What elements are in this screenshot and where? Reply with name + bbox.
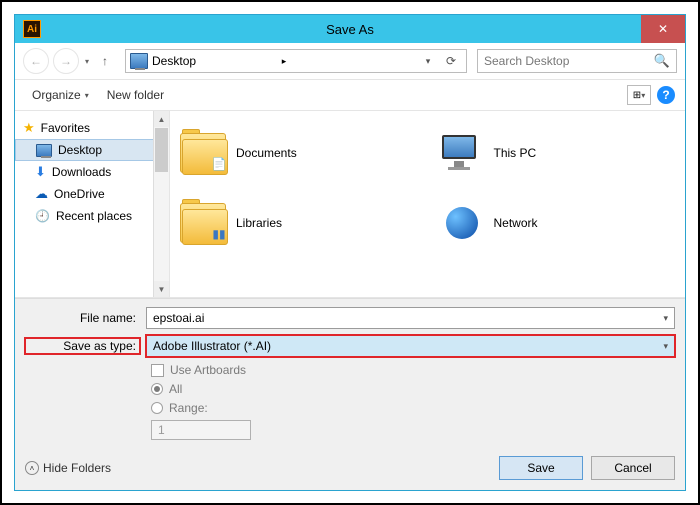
artboards-all-radio: All xyxy=(151,382,675,396)
chevron-down-icon: ▾ xyxy=(85,91,89,100)
hide-folders-label: Hide Folders xyxy=(43,461,111,475)
app-icon: Ai xyxy=(23,20,41,38)
computer-icon xyxy=(438,133,484,173)
star-icon: ★ xyxy=(23,120,35,136)
grid-item-libraries[interactable]: ▮▮ Libraries xyxy=(180,193,418,253)
filename-input[interactable]: epstoai.ai ▾ xyxy=(146,307,675,329)
save-label: Save xyxy=(527,461,554,475)
view-options-button[interactable]: ⊞ ▾ xyxy=(627,85,651,105)
cancel-label: Cancel xyxy=(614,461,651,475)
folder-icon: ▮▮ xyxy=(180,203,226,243)
save-button[interactable]: Save xyxy=(499,456,583,480)
artboard-options: Use Artboards All Range: 1 xyxy=(151,363,675,440)
sidebar-scrollbar[interactable]: ▲ ▼ xyxy=(153,111,169,297)
sidebar: ★ Favorites Desktop ⬇ Downloads ☁ OneDri… xyxy=(15,111,170,297)
path-separator-icon: ▸ xyxy=(282,56,287,67)
desktop-icon xyxy=(36,144,52,157)
radio-icon xyxy=(151,383,163,395)
help-icon: ? xyxy=(662,88,669,102)
cloud-icon: ☁ xyxy=(35,186,48,202)
bottom-panel: File name: epstoai.ai ▾ Save as type: Ad… xyxy=(15,298,685,448)
arrow-up-icon: ↑ xyxy=(102,54,108,68)
new-folder-label: New folder xyxy=(107,88,164,102)
search-icon: 🔍 xyxy=(654,53,670,69)
arrow-left-icon: ← xyxy=(30,54,42,68)
new-folder-button[interactable]: New folder xyxy=(100,84,171,106)
grid-item-label: Libraries xyxy=(236,216,282,230)
sidebar-heading-favorites[interactable]: ★ Favorites xyxy=(15,117,169,139)
sidebar-item-label: Desktop xyxy=(58,143,102,157)
sidebar-item-label: Recent places xyxy=(56,209,132,223)
sidebar-item-recent[interactable]: 🕘 Recent places xyxy=(15,205,169,227)
search-input[interactable]: Search Desktop 🔍 xyxy=(477,49,677,73)
scrollbar-thumb[interactable] xyxy=(155,128,168,172)
use-artboards-label: Use Artboards xyxy=(170,363,246,377)
range-input: 1 xyxy=(151,420,251,440)
footer: ˄ Hide Folders Save Cancel xyxy=(15,448,685,490)
artboards-range-label: Range: xyxy=(169,401,208,415)
up-button[interactable]: ↑ xyxy=(95,51,115,71)
chevron-down-icon[interactable]: ▾ xyxy=(663,313,668,324)
address-dropdown-icon[interactable]: ▾ xyxy=(420,56,436,67)
forward-button[interactable]: → xyxy=(53,48,79,74)
close-icon: ✕ xyxy=(658,22,668,36)
grid-item-label: Documents xyxy=(236,146,297,160)
cancel-button[interactable]: Cancel xyxy=(591,456,675,480)
sidebar-item-onedrive[interactable]: ☁ OneDrive xyxy=(15,183,169,205)
grid-item-label: Network xyxy=(494,216,538,230)
chevron-down-icon: ▾ xyxy=(641,91,645,100)
refresh-icon: ⟳ xyxy=(446,54,456,68)
address-bar[interactable]: Desktop ▸ ▾ ⟳ xyxy=(125,49,467,73)
save-as-dialog: Ai Save As ✕ ← → ▾ ↑ Desktop ▸ ▾ ⟳ Searc… xyxy=(14,14,686,491)
toolbar: Organize ▾ New folder ⊞ ▾ ? xyxy=(15,79,685,111)
address-path: Desktop xyxy=(152,54,278,68)
clock-icon: 🕘 xyxy=(35,209,50,223)
sidebar-heading-label: Favorites xyxy=(41,121,90,135)
grid-item-label: This PC xyxy=(494,146,537,160)
grid-item-documents[interactable]: 📄 Documents xyxy=(180,123,418,183)
file-grid: 📄 Documents This PC ▮▮ Libraries Network xyxy=(170,111,685,297)
download-icon: ⬇ xyxy=(35,164,46,180)
scroll-up-icon[interactable]: ▲ xyxy=(154,111,169,127)
grid-item-network[interactable]: Network xyxy=(438,193,676,253)
recent-locations-dropdown[interactable]: ▾ xyxy=(85,57,89,66)
artboards-all-label: All xyxy=(169,382,182,396)
chevron-down-icon[interactable]: ▾ xyxy=(663,341,668,352)
savetype-row: Save as type: Adobe Illustrator (*.AI) ▾ xyxy=(25,335,675,357)
range-value: 1 xyxy=(158,423,165,437)
sidebar-item-label: OneDrive xyxy=(54,187,105,201)
checkbox-icon xyxy=(151,364,164,377)
search-placeholder: Search Desktop xyxy=(484,54,654,68)
folder-icon: 📄 xyxy=(180,133,226,173)
savetype-select[interactable]: Adobe Illustrator (*.AI) ▾ xyxy=(146,335,675,357)
desktop-icon xyxy=(130,53,148,69)
titlebar: Ai Save As ✕ xyxy=(15,15,685,43)
window-title: Save As xyxy=(15,22,685,37)
artboards-range-radio: Range: xyxy=(151,401,675,415)
nav-row: ← → ▾ ↑ Desktop ▸ ▾ ⟳ Search Desktop 🔍 xyxy=(15,43,685,79)
filename-label: File name: xyxy=(25,311,140,325)
scroll-down-icon[interactable]: ▼ xyxy=(154,281,169,297)
sidebar-item-label: Downloads xyxy=(52,165,111,179)
radio-icon xyxy=(151,402,163,414)
refresh-button[interactable]: ⟳ xyxy=(440,50,462,72)
savetype-label: Save as type: xyxy=(25,338,140,354)
close-button[interactable]: ✕ xyxy=(641,15,685,43)
arrow-right-icon: → xyxy=(60,54,72,68)
organize-button[interactable]: Organize ▾ xyxy=(25,84,96,106)
filename-value: epstoai.ai xyxy=(153,311,204,325)
help-button[interactable]: ? xyxy=(657,86,675,104)
sidebar-item-desktop[interactable]: Desktop xyxy=(15,139,169,161)
filename-row: File name: epstoai.ai ▾ xyxy=(25,307,675,329)
view-icon: ⊞ xyxy=(633,90,641,101)
savetype-value: Adobe Illustrator (*.AI) xyxy=(153,339,271,353)
grid-item-thispc[interactable]: This PC xyxy=(438,123,676,183)
chevron-up-icon: ˄ xyxy=(25,461,39,475)
globe-icon xyxy=(438,203,484,243)
hide-folders-button[interactable]: ˄ Hide Folders xyxy=(25,461,111,475)
sidebar-item-downloads[interactable]: ⬇ Downloads xyxy=(15,161,169,183)
use-artboards-checkbox[interactable]: Use Artboards xyxy=(151,363,675,377)
organize-label: Organize xyxy=(32,88,81,102)
back-button[interactable]: ← xyxy=(23,48,49,74)
